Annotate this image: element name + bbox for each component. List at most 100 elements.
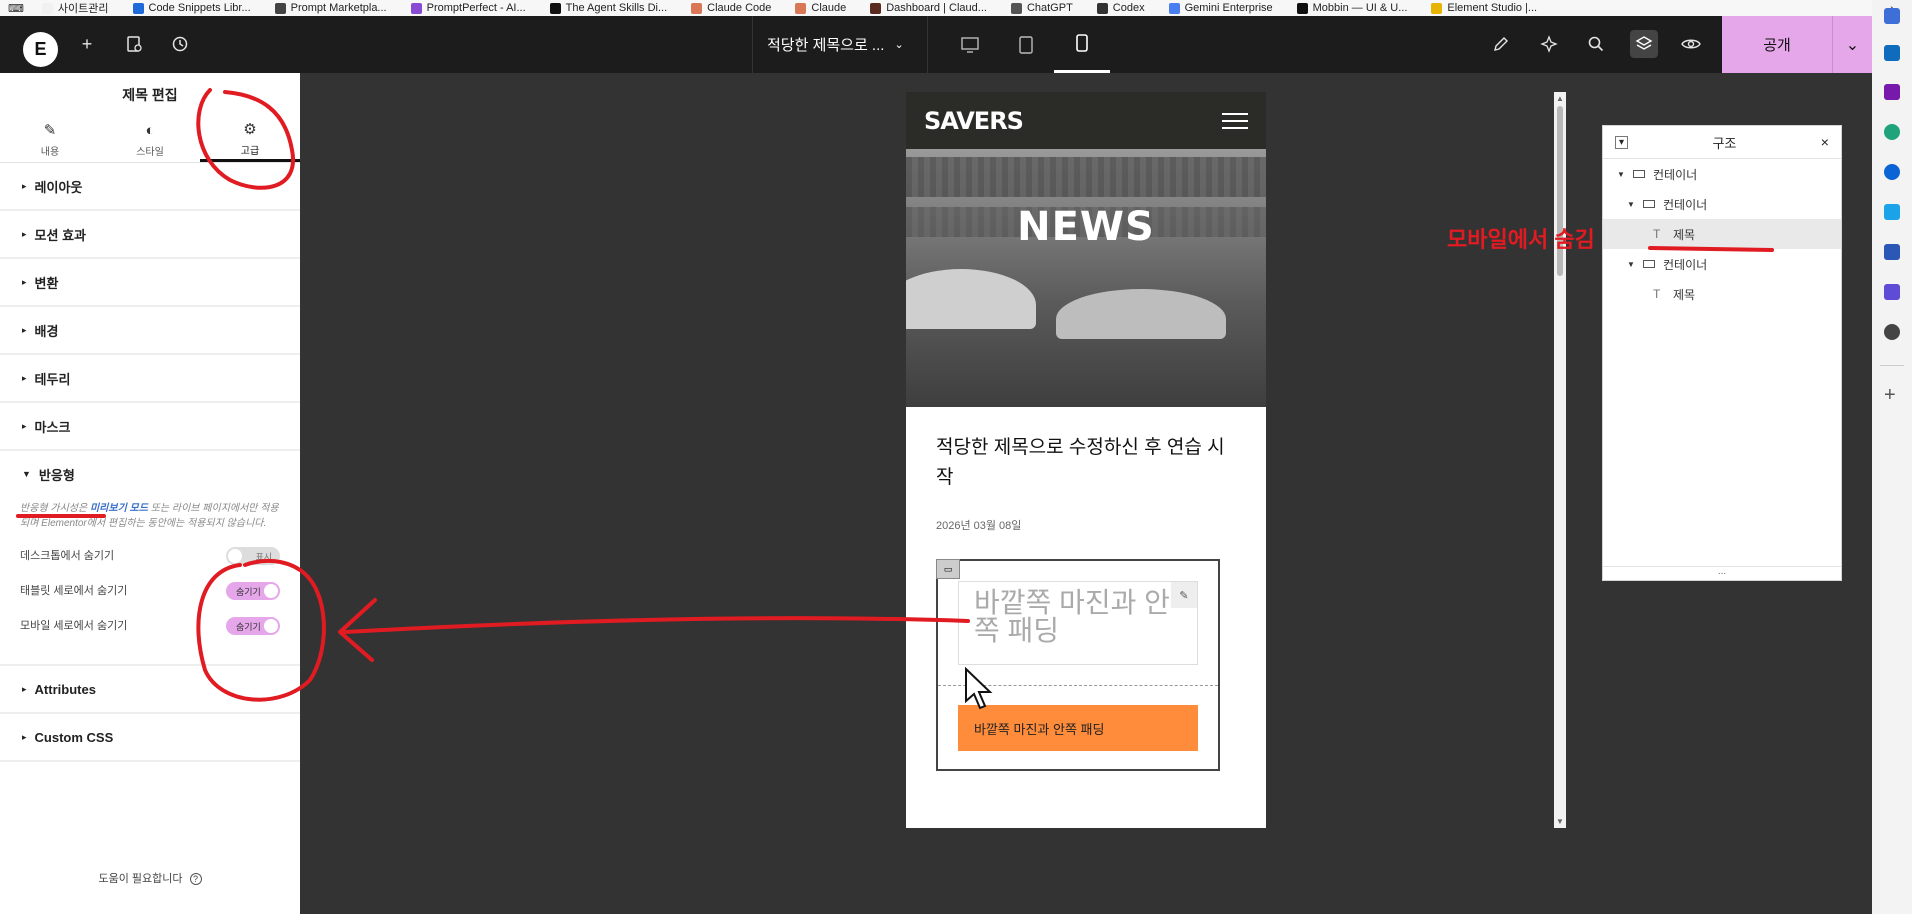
bookmark-item[interactable]: Codex <box>1085 2 1157 14</box>
help-link[interactable]: 도움이 필요합니다 ? <box>0 870 300 886</box>
cta-button[interactable]: 바깥쪽 마진과 안쪽 패딩 <box>958 705 1198 751</box>
caret-down-icon[interactable]: ▼ <box>1627 200 1635 209</box>
panel-title: 제목 편집 <box>122 87 178 103</box>
structure-resize-handle[interactable]: ... <box>1603 566 1841 580</box>
bookmark-item[interactable]: PromptPerfect - AI... <box>399 2 538 14</box>
add-sidebar-app-icon[interactable]: + <box>1884 384 1896 407</box>
accordion-section[interactable]: ▸ Attributes <box>0 666 300 714</box>
chatgpt-sidebar-icon[interactable] <box>1884 324 1900 340</box>
responsive-body: 반응형 가시성은 미리보기 모드 또는 라이브 페이지에서만 적용되며 Elem… <box>0 497 300 666</box>
structure-node-container[interactable]: ▼ 컨테이너 <box>1603 189 1841 219</box>
code-icon <box>132 2 144 14</box>
azure-icon[interactable] <box>1884 204 1900 220</box>
bookmark-item[interactable]: Claude Code <box>679 2 783 14</box>
desktop-view-button[interactable] <box>942 16 998 73</box>
accordion-section[interactable]: ▸ 테두리 <box>0 355 300 403</box>
scroll-up-icon[interactable]: ▲ <box>1556 94 1564 103</box>
hamburger-menu-icon[interactable] <box>1222 112 1248 129</box>
bookmark-item[interactable]: Claude <box>783 2 858 14</box>
selected-container[interactable]: ▭ ✎ 바깥쪽 마진과 안쪽 패딩 바깥쪽 마진과 안쪽 패딩 <box>936 559 1220 771</box>
element-icon <box>1431 2 1443 14</box>
caret-right-icon: ▸ <box>22 372 27 383</box>
structure-header: ▾ 구조 × <box>1603 126 1841 159</box>
site-logo[interactable]: SAVERS <box>924 107 1024 135</box>
bookmark-item[interactable]: Mobbin — UI & U... <box>1285 2 1420 14</box>
chatgpt-icon <box>1010 2 1022 14</box>
section-responsive-label: 반응형 <box>38 467 75 483</box>
preview-scrollbar[interactable]: ▲ ▼ <box>1554 92 1566 828</box>
responsive-toggle-row: 데스크톱에서 숨기기 표시 <box>20 547 280 582</box>
history-icon[interactable] <box>166 30 194 58</box>
tablet-view-button[interactable] <box>998 16 1054 73</box>
caret-right-icon: ▸ <box>22 180 27 191</box>
container-handle-icon[interactable]: ▭ <box>936 559 960 579</box>
annotation-label: 모바일에서 숨김 <box>1447 227 1595 252</box>
tab-label: 고급 <box>240 145 260 157</box>
preview-eye-icon[interactable] <box>1677 30 1705 58</box>
brush-icon[interactable] <box>1487 30 1515 58</box>
hero-image: NEWS <box>906 149 1266 407</box>
accordion-section[interactable]: ▸ 배경 <box>0 307 300 355</box>
hide-toggle-switch[interactable]: 숨기기 <box>226 617 280 635</box>
edge-icon[interactable] <box>1884 124 1900 140</box>
structure-collapse-icon[interactable]: ▾ <box>1615 135 1628 149</box>
structure-node-container[interactable]: ▼ 컨테이너 <box>1603 249 1841 279</box>
tab-pencil[interactable]: ✎ 내용 <box>0 117 100 162</box>
close-icon[interactable]: × <box>1821 134 1829 150</box>
structure-node-container[interactable]: ▼ 컨테이너 <box>1603 159 1841 189</box>
page-settings-icon[interactable] <box>120 30 148 58</box>
caret-down-icon[interactable]: ▼ <box>1627 260 1635 269</box>
onedrive-icon[interactable] <box>1884 164 1900 180</box>
accordion-section[interactable]: ▸ 마스크 <box>0 403 300 451</box>
bookmark-label: Element Studio |... <box>1447 2 1538 14</box>
bookmark-item[interactable]: Code Snippets Libr... <box>121 2 263 14</box>
bookmark-item[interactable]: ChatGPT <box>999 2 1085 14</box>
copilot-icon[interactable] <box>1884 8 1900 24</box>
bookmark-item[interactable]: The Agent Skills Di... <box>538 2 680 14</box>
bookmark-item[interactable]: Dashboard | Claud... <box>858 2 999 14</box>
tab-gear[interactable]: ⚙ 고급 <box>200 117 300 162</box>
accordion-section[interactable]: ▸ 모션 효과 <box>0 211 300 259</box>
mobile-view-button[interactable] <box>1054 16 1110 73</box>
hero-heading: NEWS <box>1017 204 1155 250</box>
toggle-label: 태블릿 세로에서 숨기기 <box>20 585 128 597</box>
document-title-dropdown[interactable]: 적당한 제목으로 ... ⌄ <box>752 16 928 73</box>
article-title: 적당한 제목으로 수정하신 후 연습 시작 <box>936 437 1225 488</box>
bookmark-item[interactable]: 사이트관리 <box>30 0 121 16</box>
elementor-logo-icon[interactable]: E <box>23 32 58 67</box>
bookmark-item[interactable]: Element Studio |... <box>1419 2 1549 14</box>
scroll-down-icon[interactable]: ▼ <box>1556 817 1564 826</box>
triangle-icon <box>549 2 561 14</box>
publish-button[interactable]: 공개 <box>1722 16 1832 73</box>
structure-layers-icon[interactable] <box>1630 30 1658 58</box>
ai-sparkle-icon[interactable] <box>1535 30 1563 58</box>
caret-right-icon: ▸ <box>22 683 27 694</box>
add-element-icon[interactable]: + <box>73 30 101 58</box>
structure-node-label: 제목 <box>1673 227 1696 242</box>
structure-node-heading[interactable]: T 제목 <box>1603 219 1841 249</box>
search-icon[interactable] <box>1582 30 1610 58</box>
structure-node-label: 제목 <box>1673 287 1696 302</box>
publish-options-button[interactable]: ⌄ <box>1832 16 1872 73</box>
bookmark-label: Mobbin — UI & U... <box>1312 2 1408 14</box>
section-responsive[interactable]: ▼ 반응형 <box>0 451 300 497</box>
outlook-icon[interactable] <box>1884 45 1900 61</box>
structure-node-heading[interactable]: T 제목 <box>1603 279 1841 309</box>
bookmark-item[interactable]: Prompt Marketpla... <box>263 2 399 14</box>
accordion-section[interactable]: ▸ 레이아웃 <box>0 163 300 211</box>
accordion-section[interactable]: ▸ Custom CSS <box>0 714 300 762</box>
caret-down-icon[interactable]: ▼ <box>1617 170 1625 179</box>
tab-search-icon[interactable]: ⌨ <box>0 2 30 15</box>
onenote-icon[interactable] <box>1884 84 1900 100</box>
bookmark-label: The Agent Skills Di... <box>565 2 668 14</box>
dashboard-icon <box>870 2 882 14</box>
hide-toggle-switch[interactable]: 표시 <box>226 547 280 565</box>
extension-icon[interactable] <box>1884 284 1900 300</box>
hide-toggle-switch[interactable]: 숨기기 <box>226 582 280 600</box>
notion-like-icon[interactable] <box>1884 244 1900 260</box>
preview-mode-link[interactable]: 미리보기 모드 <box>90 503 148 514</box>
accordion-section[interactable]: ▸ 변환 <box>0 259 300 307</box>
bookmark-item[interactable]: Gemini Enterprise <box>1157 2 1285 14</box>
gear-icon: ⚙ <box>243 120 257 138</box>
tab-contrast[interactable]: ◐ 스타일 <box>100 117 200 162</box>
